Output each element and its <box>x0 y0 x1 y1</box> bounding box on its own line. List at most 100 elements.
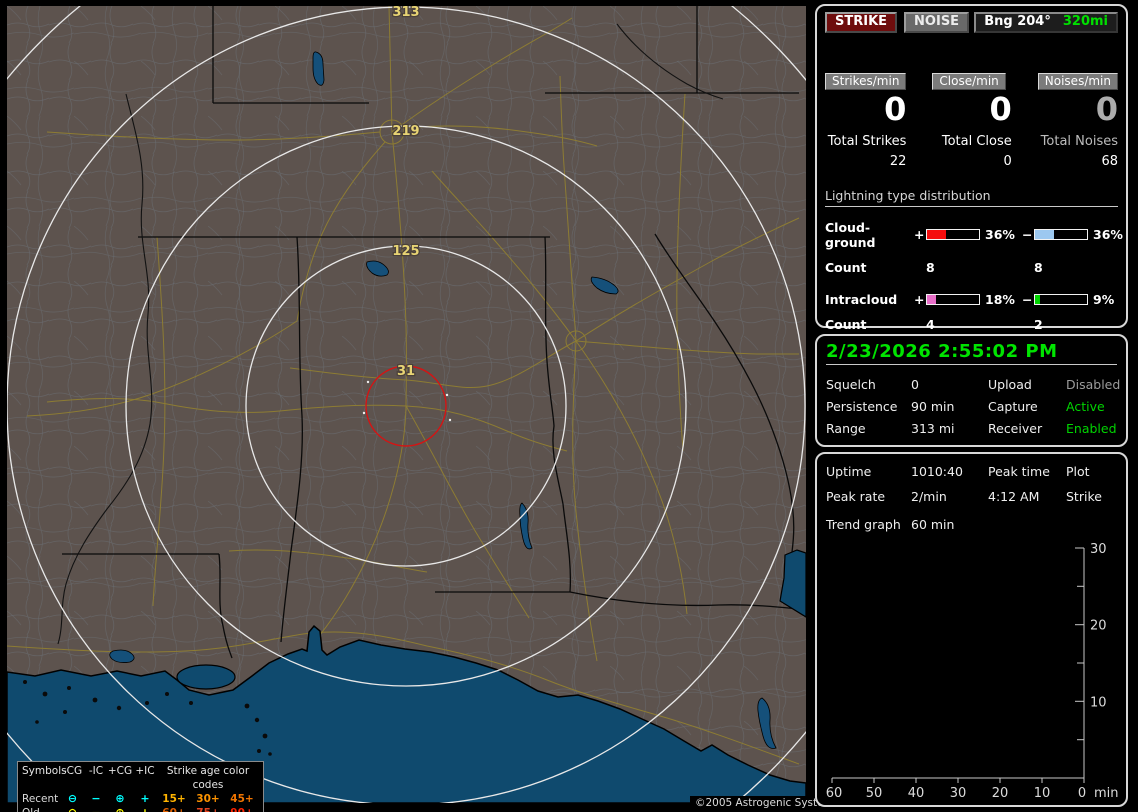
close-rate-value: 0 <box>989 90 1012 128</box>
age-75: 75+ <box>191 806 225 812</box>
legend-col-pos-cg: +CG <box>107 765 133 777</box>
cg-positive-pct: 36% <box>985 227 1015 243</box>
intracloud-count-row: Count 4 2 <box>825 317 1118 332</box>
bearing-readout: Bng 204° 320mi <box>974 12 1118 33</box>
recent-neg-cg-icon: ⊖ <box>67 792 78 805</box>
total-close-label: Total Close <box>941 133 1012 149</box>
cg-negative-bar <box>1034 229 1088 241</box>
trend-axes <box>831 547 1085 783</box>
cg-negative-pct: 36% <box>1093 227 1123 243</box>
noises-rate-value: 0 <box>1095 90 1118 128</box>
cloud-ground-count-row: Count 8 8 <box>825 260 1118 275</box>
noises-per-min-button[interactable]: Noises/min <box>1037 73 1118 90</box>
map-legend: Symbols -CG -IC +CG +IC Strike age color… <box>17 761 264 812</box>
intracloud-label: Intracloud <box>825 291 898 307</box>
legend-symbols-header: Symbols <box>22 765 67 777</box>
legend-col-neg-ic: -IC <box>88 765 104 777</box>
trend-graph-row: Trend graph 60 min <box>826 517 1117 532</box>
age-15: 15+ <box>162 793 186 805</box>
peak-rate-label: Peak rate <box>826 489 886 504</box>
cloud-ground-label: Cloud-ground <box>825 219 876 250</box>
legend-old-label: Old <box>22 806 60 812</box>
total-noises-label: Total Noises <box>1040 133 1118 149</box>
age-90: 90+ <box>225 806 259 812</box>
uptime-label: Uptime <box>826 464 872 479</box>
cg-positive-bar <box>926 229 980 241</box>
upload-status: Disabled <box>1066 377 1121 392</box>
distribution-title: Lightning type distribution <box>825 187 991 203</box>
upload-label: Upload <box>988 377 1032 392</box>
lightning-map[interactable]: 313 219 125 31 Symbols -CG -IC +CG +IC S… <box>7 6 845 812</box>
ic-positive-bar <box>926 293 980 305</box>
uptime-value: 1010:40 <box>911 464 963 479</box>
ring-label-31: 31 <box>397 364 415 379</box>
y-tick-10: 10 <box>1090 695 1107 710</box>
y-tick-20: 20 <box>1090 619 1107 634</box>
trend-graph-chart: 30 20 10 60 50 40 30 20 10 0 min <box>826 542 1119 801</box>
y-tick-30: 30 <box>1090 542 1107 557</box>
peak-time-label: Peak time <box>988 464 1050 479</box>
x-tick-0: 0 <box>1078 786 1086 801</box>
old-pos-ic-icon: + <box>133 806 157 812</box>
noises-column: Noises/min 0 Total Noises 68 <box>1037 70 1118 169</box>
age-30: 30+ <box>196 793 220 805</box>
minus-sign: − <box>1022 227 1033 243</box>
old-neg-cg-icon: ⊖ <box>60 806 85 812</box>
capture-status: Active <box>1066 399 1105 414</box>
plot-label: Plot <box>1066 464 1090 479</box>
plus-sign: + <box>914 227 925 243</box>
trend-graph-label: Trend graph <box>826 517 901 532</box>
total-noises-value: 68 <box>1101 153 1118 169</box>
close-column: Close/min 0 Total Close 0 <box>932 70 1012 169</box>
divider <box>826 364 1117 365</box>
cg-negative-count: 8 <box>1034 259 1043 275</box>
close-per-min-button[interactable]: Close/min <box>932 73 1006 90</box>
noise-mode-button[interactable]: NOISE <box>904 12 970 33</box>
x-tick-10: 10 <box>1034 786 1051 801</box>
capture-label: Capture <box>988 399 1038 414</box>
squelch-label: Squelch <box>826 377 876 392</box>
status-panel: 2/23/2026 2:55:02 PM Squelch 0 Upload Di… <box>815 334 1128 447</box>
recent-neg-ic-icon: − <box>91 792 101 805</box>
ic-positive-pct: 18% <box>985 291 1015 307</box>
recent-pos-cg-icon: ⊕ <box>115 792 125 805</box>
plus-sign: + <box>914 291 925 307</box>
age-45: 45+ <box>230 793 254 805</box>
recent-pos-ic-icon: + <box>140 792 150 805</box>
lightning-distribution-section: Lightning type distribution Cloud-ground… <box>825 187 1123 332</box>
datetime-display: 2/23/2026 2:55:02 PM <box>826 341 1058 362</box>
bearing-range-value: 320mi <box>1062 14 1108 29</box>
receiver-label: Receiver <box>988 421 1043 436</box>
minus-sign: − <box>1022 291 1033 307</box>
ic-negative-pct: 9% <box>1093 291 1115 307</box>
strikes-per-min-button[interactable]: Strikes/min <box>825 73 907 90</box>
total-close-value: 0 <box>1003 153 1012 169</box>
x-tick-50: 50 <box>866 786 883 801</box>
persistence-label: Persistence <box>826 399 898 414</box>
bearing-value: Bng 204° <box>984 14 1051 29</box>
total-strikes-value: 22 <box>889 153 907 169</box>
x-tick-40: 40 <box>908 786 925 801</box>
range-label: Range <box>826 421 866 436</box>
total-strikes-label: Total Strikes <box>827 133 907 149</box>
cloud-ground-row: Cloud-ground + 36% − 36% <box>825 219 1123 250</box>
strike-mode-button[interactable]: STRIKE <box>825 12 898 33</box>
ic-negative-count: 2 <box>1034 316 1043 332</box>
cg-positive-count: 8 <box>926 259 935 275</box>
plot-mode-value: Strike <box>1066 489 1102 504</box>
count-label: Count <box>825 259 867 275</box>
legend-age-header: Strike age color codes <box>166 765 250 791</box>
trend-graph-value: 60 min <box>911 517 955 532</box>
trend-axis-labels: 30 20 10 60 50 40 30 20 10 0 min <box>826 542 1119 801</box>
stats-grid: Uptime 1010:40 Peak time Plot Peak rate … <box>826 464 1117 504</box>
lake-pontchartrain <box>176 664 236 690</box>
strikes-column: Strikes/min 0 Total Strikes 22 <box>825 70 907 169</box>
map-canvas: 313 219 125 31 <box>7 6 806 803</box>
persistence-value: 90 min <box>911 399 955 414</box>
x-tick-20: 20 <box>992 786 1009 801</box>
strike-counters-panel: STRIKE NOISE Bng 204° 320mi Strikes/min … <box>815 4 1128 332</box>
legend-recent-label: Recent <box>22 793 59 805</box>
divider <box>825 205 1118 207</box>
x-tick-60: 60 <box>826 786 843 801</box>
age-60: 60+ <box>157 806 191 812</box>
